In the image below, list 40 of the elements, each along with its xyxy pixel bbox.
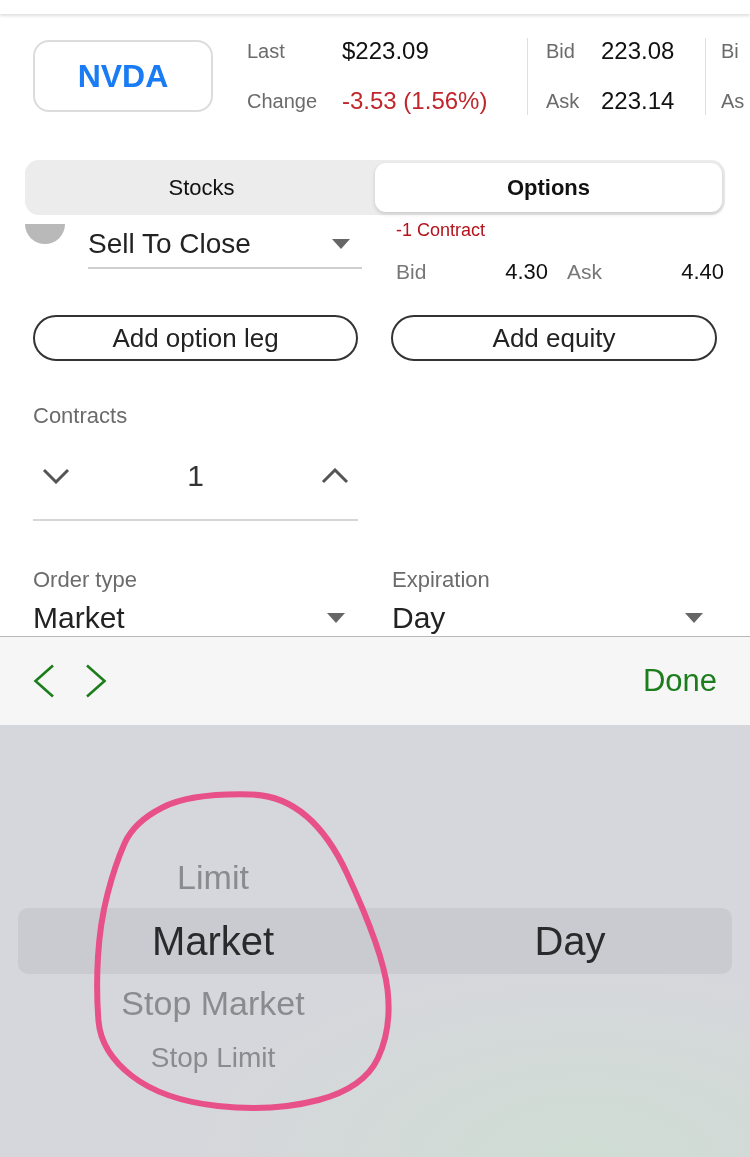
field-label: Bid	[546, 39, 576, 64]
price-value: 4.40	[680, 259, 724, 285]
tab[interactable]: Stocks	[28, 163, 375, 212]
field-value: 223.14	[601, 86, 675, 116]
caret-icon	[327, 613, 345, 623]
select-dropdown[interactable]: Day	[392, 600, 710, 636]
tab[interactable]: Options	[375, 163, 722, 212]
chevron-up-icon	[321, 467, 349, 484]
done-button[interactable]: Done	[642, 663, 717, 699]
add-button[interactable]: Add equity	[391, 315, 717, 361]
price-label: Bid	[396, 260, 428, 284]
field-label: Bi	[721, 39, 740, 64]
field-label: Order type	[33, 568, 138, 592]
field-value: $223.09	[342, 36, 429, 66]
caret-icon	[332, 238, 350, 249]
chevron-left-icon	[33, 664, 55, 698]
action-dropdown[interactable]: Sell To Close	[88, 220, 362, 269]
next-button[interactable]	[85, 664, 107, 698]
quantity-text: -1 Contract	[396, 220, 486, 240]
field-label: Contracts	[33, 404, 128, 428]
field-label: Ask	[546, 89, 581, 114]
add-button[interactable]: Add option leg	[33, 315, 358, 361]
field-label: Last	[247, 39, 286, 64]
field-value: 223.08	[601, 36, 675, 66]
chevron-right-icon	[85, 664, 107, 698]
stepper-value: 1	[187, 458, 204, 493]
select-dropdown[interactable]: Market	[33, 600, 350, 636]
field-label: As	[721, 89, 745, 114]
semicircle-icon	[25, 224, 65, 244]
price-value: 4.30	[504, 259, 548, 285]
chevron-down-icon	[42, 467, 70, 484]
symbol-button[interactable]: NVDA	[33, 40, 213, 112]
previous-button[interactable]	[33, 664, 55, 698]
field-value: -3.53 (1.56%)	[342, 86, 488, 116]
caret-icon	[685, 613, 703, 623]
field-label: Change	[247, 89, 319, 114]
picker-item[interactable]: Day	[534, 919, 606, 963]
picker-item[interactable]: Market	[151, 919, 275, 963]
price-label: Ask	[567, 260, 603, 284]
field-label: Expiration	[392, 568, 491, 592]
